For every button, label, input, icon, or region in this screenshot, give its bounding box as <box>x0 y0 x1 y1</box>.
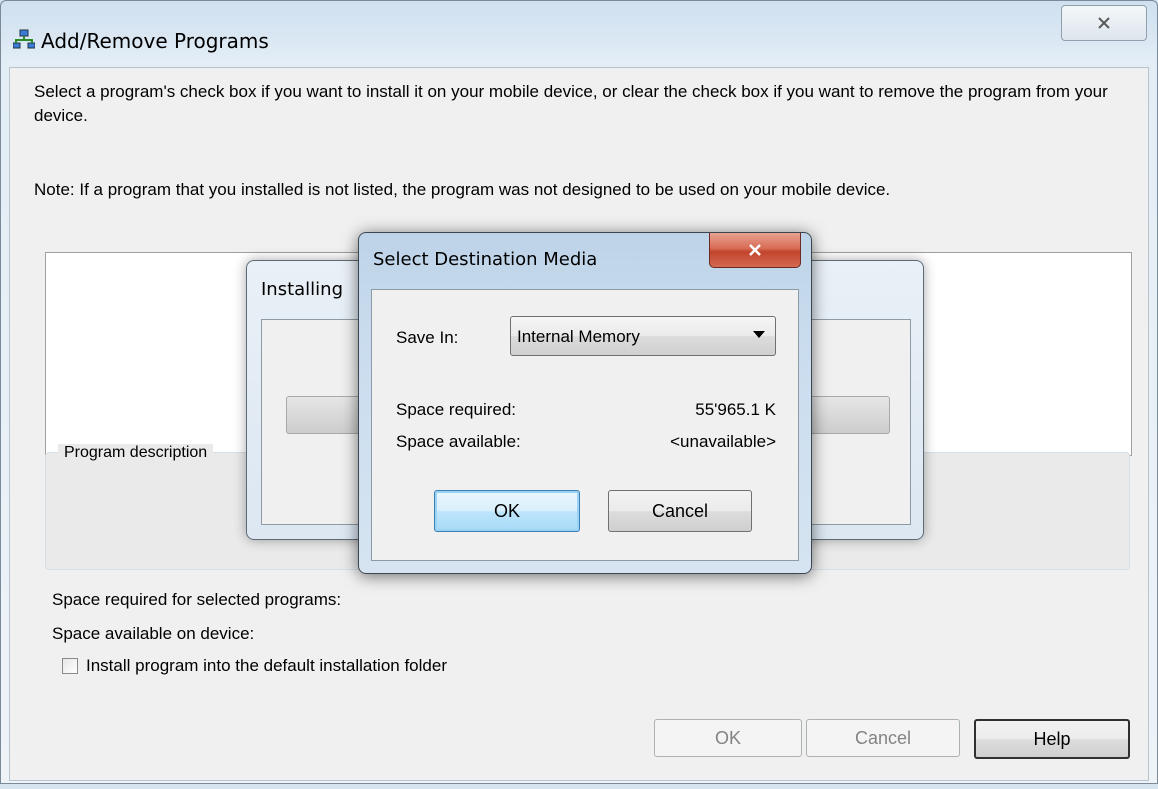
install-default-folder-label: Install program into the default install… <box>86 656 447 675</box>
save-in-select[interactable]: Internal Memory <box>510 316 776 356</box>
note-text: Note: If a program that you installed is… <box>34 180 891 199</box>
destination-close-button[interactable] <box>709 233 801 268</box>
save-in-value: Internal Memory <box>517 327 640 346</box>
cancel-button[interactable]: Cancel <box>806 719 960 757</box>
install-default-folder-row[interactable]: Install program into the default install… <box>62 656 447 676</box>
space-available-value: <unavailable> <box>670 432 776 451</box>
close-icon <box>1098 17 1110 29</box>
space-required-value: 55'965.1 K <box>695 400 776 419</box>
destination-dialog-title: Select Destination Media <box>373 249 598 270</box>
chevron-down-icon <box>753 331 765 338</box>
install-default-folder-checkbox[interactable] <box>62 658 78 674</box>
help-button[interactable]: Help <box>974 719 1130 759</box>
close-button[interactable] <box>1061 5 1147 41</box>
window-title: Add/Remove Programs <box>41 29 269 53</box>
network-computers-icon <box>13 29 35 49</box>
destination-client-area: Save In: Internal Memory Space required:… <box>371 289 799 561</box>
close-icon <box>749 244 761 256</box>
intro-text: Select a program's check box if you want… <box>34 82 1108 125</box>
save-in-label: Save In: <box>396 328 459 347</box>
space-available-label: Space available on device: <box>52 624 255 643</box>
installing-title: Installing <box>261 279 344 300</box>
space-available-label: Space available: <box>396 432 521 451</box>
space-required-label: Space required: <box>396 400 517 419</box>
title-bar: Add/Remove Programs <box>1 1 1157 53</box>
destination-cancel-button[interactable]: Cancel <box>608 490 752 532</box>
destination-ok-button[interactable]: OK <box>434 490 580 532</box>
program-description-label: Program description <box>58 444 214 462</box>
space-required-label: Space required for selected programs: <box>52 590 342 609</box>
ok-button[interactable]: OK <box>654 719 802 757</box>
select-destination-media-dialog: Select Destination Media Save In: Intern… <box>358 232 812 574</box>
